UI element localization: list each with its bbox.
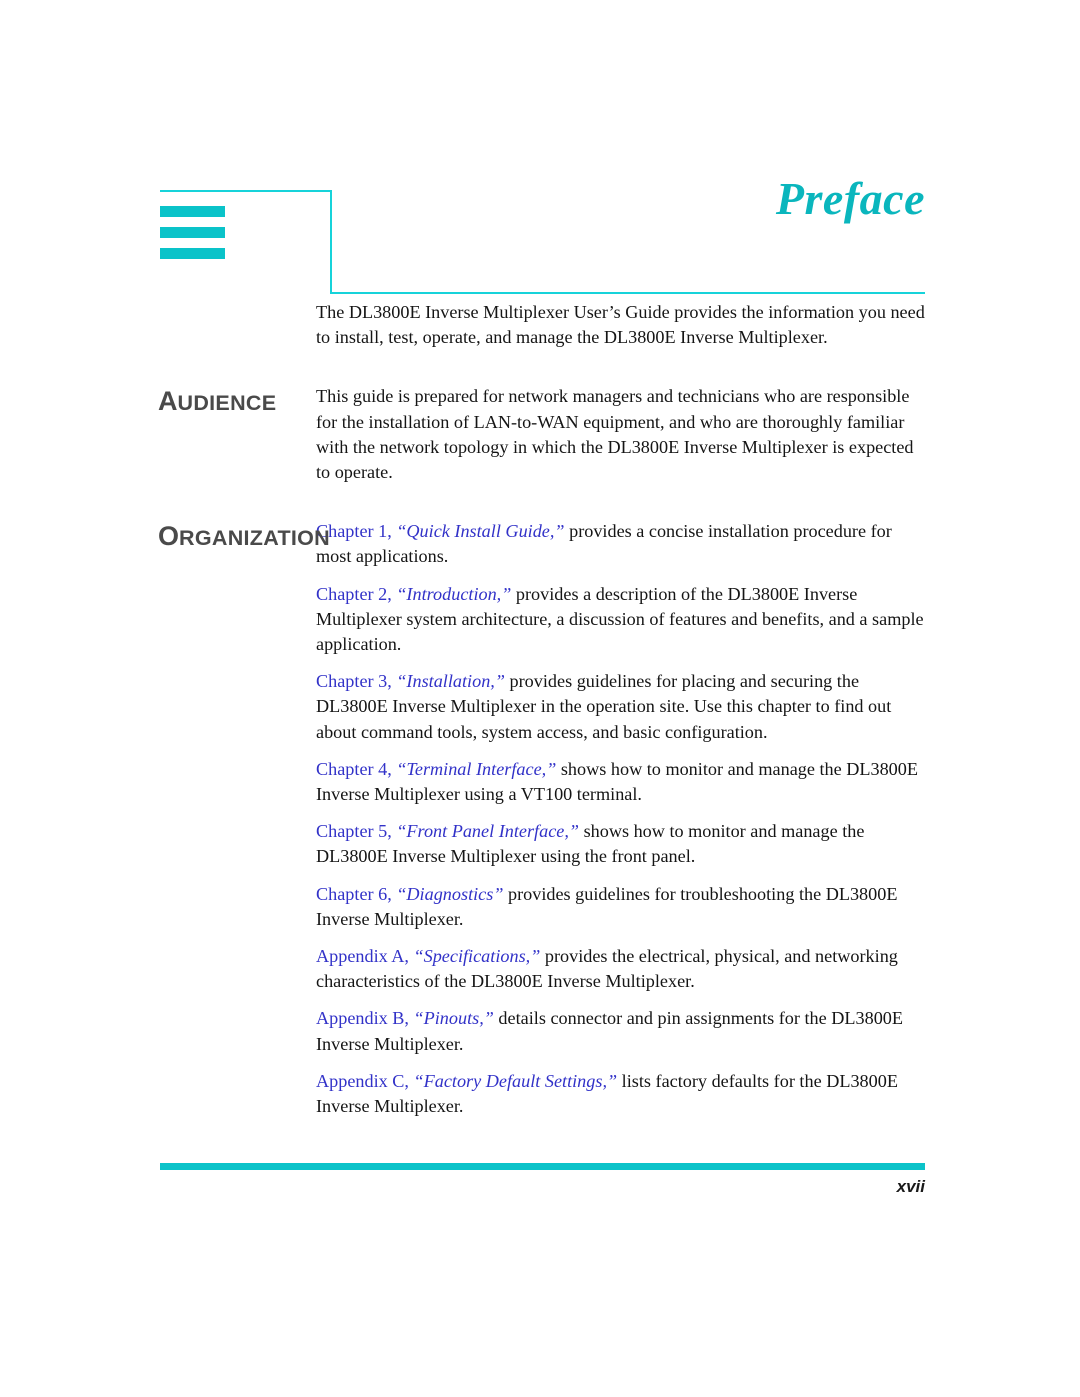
section-heading-organization: ORGANIZATION <box>158 523 330 550</box>
cross-reference-title: “Specifications,” <box>413 946 541 967</box>
audience-paragraph: This guide is prepared for network manag… <box>316 386 914 483</box>
cross-reference-link[interactable]: Chapter 2, “Introduction,” <box>316 584 511 604</box>
cross-reference-title: “Factory Default Settings,” <box>413 1070 618 1091</box>
chapter-marker-bar-3 <box>160 248 225 259</box>
cross-reference-label: Chapter 4, <box>316 758 397 779</box>
cross-reference-label: Chapter 6, <box>316 883 397 904</box>
section-heading-organization-rest: RGANIZATION <box>179 526 331 551</box>
cross-reference-title: “Terminal Interface,” <box>396 758 557 779</box>
cross-reference-title: “Quick Install Guide,” <box>396 521 565 542</box>
cross-reference-title: “Installation,” <box>396 671 505 692</box>
page-number: xvii <box>896 1177 925 1196</box>
organization-entry: Appendix C, “Factory Default Settings,” … <box>316 1069 930 1119</box>
footer-rule <box>160 1163 925 1170</box>
cross-reference-label: Appendix B, <box>316 1008 414 1029</box>
cross-reference-label: Appendix A, <box>316 946 414 967</box>
cross-reference-title: “Introduction,” <box>396 583 512 604</box>
organization-body: Chapter 1, “Quick Install Guide,” provid… <box>316 519 930 1119</box>
audience-body: This guide is prepared for network manag… <box>316 384 930 485</box>
intro-block: The DL3800E Inverse Multiplexer User’s G… <box>316 300 930 350</box>
organization-entry: Chapter 2, “Introduction,” provides a de… <box>316 582 930 658</box>
page-title: Preface <box>775 173 925 224</box>
cross-reference-link[interactable]: Chapter 6, “Diagnostics” <box>316 884 503 904</box>
section-heading-organization-initial: O <box>158 521 180 552</box>
cross-reference-link[interactable]: Chapter 1, “Quick Install Guide,” <box>316 521 565 541</box>
cross-reference-label: Appendix C, <box>316 1070 414 1091</box>
cross-reference-link[interactable]: Appendix A, “Specifications,” <box>316 946 540 966</box>
cross-reference-link[interactable]: Chapter 3, “Installation,” <box>316 671 505 691</box>
organization-entry: Chapter 4, “Terminal Interface,” shows h… <box>316 757 930 807</box>
cross-reference-link[interactable]: Chapter 4, “Terminal Interface,” <box>316 759 556 779</box>
cross-reference-title: “Front Panel Interface,” <box>396 821 580 842</box>
header-rule-bottom-horizontal <box>330 292 925 294</box>
organization-entry: Appendix B, “Pinouts,” details connector… <box>316 1006 930 1056</box>
section-audience: AUDIENCE This guide is prepared for netw… <box>0 384 1080 485</box>
chapter-marker-bar-2 <box>160 227 225 238</box>
section-organization: ORGANIZATION Chapter 1, “Quick Install G… <box>0 519 1080 1119</box>
section-heading-audience-rest: UDIENCE <box>177 391 277 416</box>
intro-paragraph: The DL3800E Inverse Multiplexer User’s G… <box>316 302 925 348</box>
header-decoration <box>0 0 1080 310</box>
document-page: Preface The DL3800E Inverse Multiplexer … <box>0 0 1080 1397</box>
organization-entry: Chapter 3, “Installation,” provides guid… <box>316 669 930 745</box>
cross-reference-link[interactable]: Appendix B, “Pinouts,” <box>316 1008 494 1028</box>
organization-entry: Chapter 1, “Quick Install Guide,” provid… <box>316 519 930 569</box>
organization-entry: Chapter 6, “Diagnostics” provides guidel… <box>316 882 930 932</box>
section-heading-audience-initial: A <box>158 386 178 417</box>
cross-reference-link[interactable]: Chapter 5, “Front Panel Interface,” <box>316 821 579 841</box>
organization-entry: Chapter 5, “Front Panel Interface,” show… <box>316 819 930 869</box>
cross-reference-title: “Diagnostics” <box>396 883 504 904</box>
cross-reference-link[interactable]: Appendix C, “Factory Default Settings,” <box>316 1071 617 1091</box>
cross-reference-label: Chapter 2, <box>316 583 397 604</box>
cross-reference-title: “Pinouts,” <box>413 1008 494 1029</box>
cross-reference-label: Chapter 3, <box>316 671 397 692</box>
section-heading-audience: AUDIENCE <box>158 388 276 415</box>
organization-entry: Appendix A, “Specifications,” provides t… <box>316 944 930 994</box>
cross-reference-label: Chapter 5, <box>316 821 397 842</box>
page-content: The DL3800E Inverse Multiplexer User’s G… <box>0 300 1080 1131</box>
